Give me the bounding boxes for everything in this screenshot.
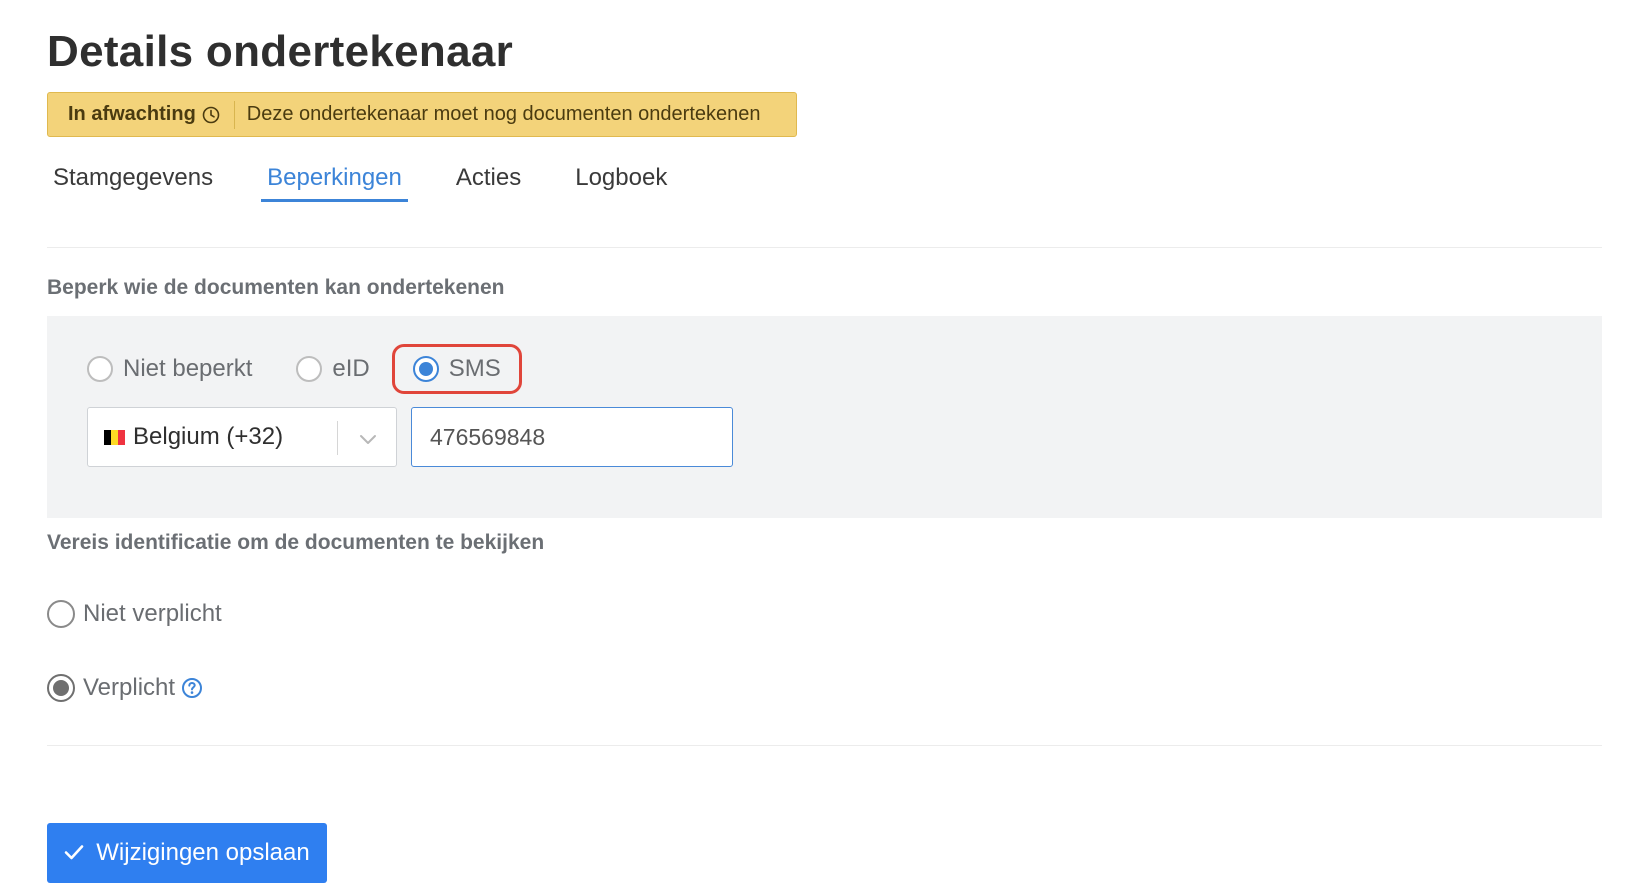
radio-sms[interactable]: SMS — [391, 344, 522, 394]
save-button[interactable]: Wijzigingen opslaan — [47, 823, 327, 883]
radio-niet-beperkt[interactable]: Niet beperkt — [87, 355, 252, 383]
tab-logboek[interactable]: Logboek — [569, 156, 673, 202]
clock-icon — [202, 106, 220, 124]
status-separator — [233, 100, 235, 129]
radio-verplicht[interactable]: Verplicht — [47, 674, 203, 702]
tab-stamgegevens[interactable]: Stamgegevens — [47, 156, 219, 202]
divider — [47, 247, 1602, 248]
radio-label: eID — [332, 355, 370, 382]
divider — [47, 745, 1602, 746]
restrict-panel: Niet beperkt eID SMS Belgium (+32) — [47, 316, 1602, 518]
status-badge: In afwachting — [48, 103, 230, 126]
radio-button[interactable] — [412, 356, 439, 382]
tab-beperkingen[interactable]: Beperkingen — [261, 156, 408, 202]
status-message: Deze ondertekenaar moet nog documenten o… — [246, 103, 761, 125]
identification-heading: Vereis identificatie om de documenten te… — [47, 531, 545, 554]
chevron-down-icon[interactable] — [358, 428, 378, 456]
radio-eid[interactable]: eID — [296, 355, 370, 383]
radio-label: Verplicht — [83, 674, 176, 701]
radio-button[interactable] — [87, 356, 113, 382]
flag-be-icon — [104, 429, 125, 445]
page-title: Details ondertekenaar — [47, 27, 514, 76]
restrict-heading: Beperk wie de documenten kan ondertekene… — [47, 276, 505, 299]
tab-bar: Stamgegevens Beperkingen Acties Logboek — [47, 156, 715, 202]
radio-button[interactable] — [47, 600, 75, 628]
radio-label: Niet beperkt — [123, 355, 253, 382]
status-label: In afwachting — [68, 103, 196, 125]
tab-acties[interactable]: Acties — [450, 156, 527, 202]
radio-button[interactable] — [296, 356, 323, 382]
save-button-label: Wijzigingen opslaan — [96, 839, 310, 866]
check-icon — [64, 839, 84, 867]
restrict-radio-group: Niet beperkt eID SMS — [87, 344, 566, 394]
signer-details-page: Details ondertekenaar In afwachting Deze… — [0, 0, 1634, 894]
radio-label: SMS — [448, 355, 501, 382]
phone-number-input[interactable] — [411, 407, 733, 467]
country-label: Belgium (+32) — [133, 423, 284, 450]
status-banner: In afwachting Deze ondertekenaar moet no… — [47, 92, 797, 137]
select-separator — [337, 421, 338, 455]
radio-button[interactable] — [47, 674, 75, 702]
radio-niet-verplicht[interactable]: Niet verplicht — [47, 600, 222, 628]
country-code-select[interactable]: Belgium (+32) — [87, 407, 397, 467]
help-icon[interactable] — [181, 677, 203, 699]
radio-label: Niet verplicht — [83, 600, 222, 627]
